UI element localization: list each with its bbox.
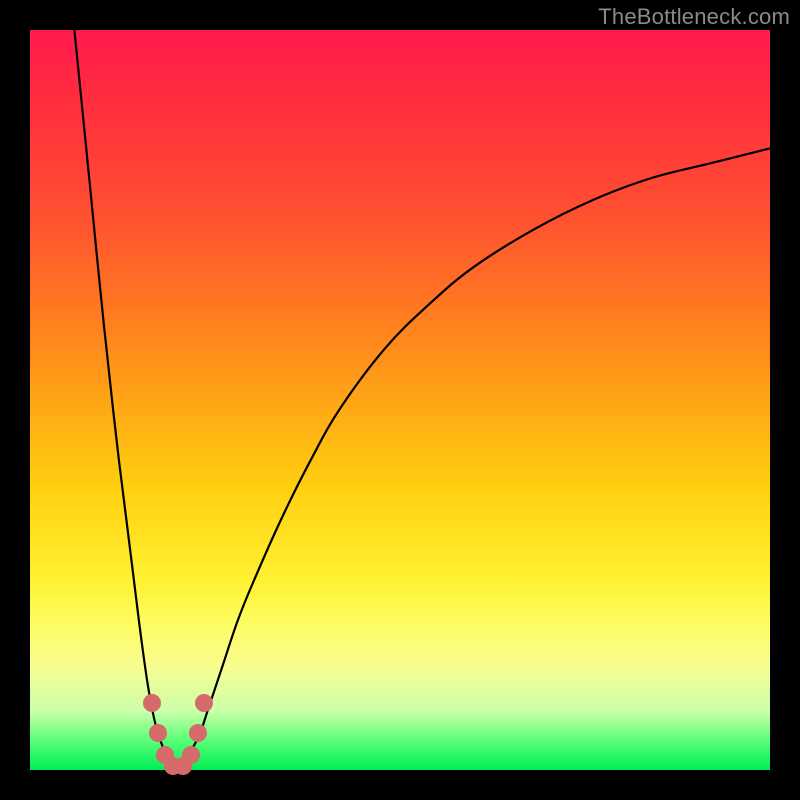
bottleneck-curve — [30, 30, 770, 770]
curve-right-branch — [178, 148, 770, 770]
plot-area — [30, 30, 770, 770]
watermark-text: TheBottleneck.com — [598, 4, 790, 30]
curve-left-branch — [74, 30, 178, 770]
chart-frame: TheBottleneck.com — [0, 0, 800, 800]
highlight-marker — [195, 694, 213, 712]
highlight-marker — [182, 746, 200, 764]
highlight-marker — [149, 724, 167, 742]
highlight-marker — [189, 724, 207, 742]
highlight-marker — [143, 694, 161, 712]
